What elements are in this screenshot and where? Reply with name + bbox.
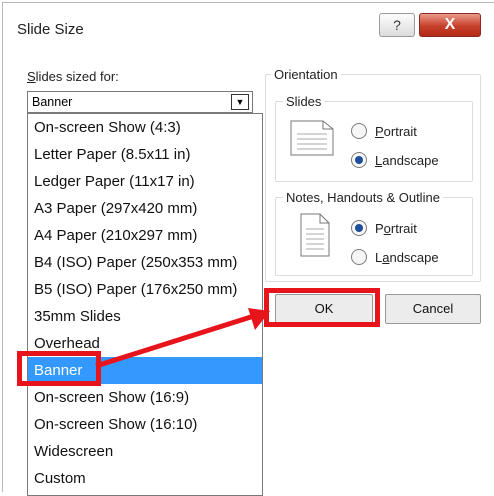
annotation-arrow [95,308,270,369]
